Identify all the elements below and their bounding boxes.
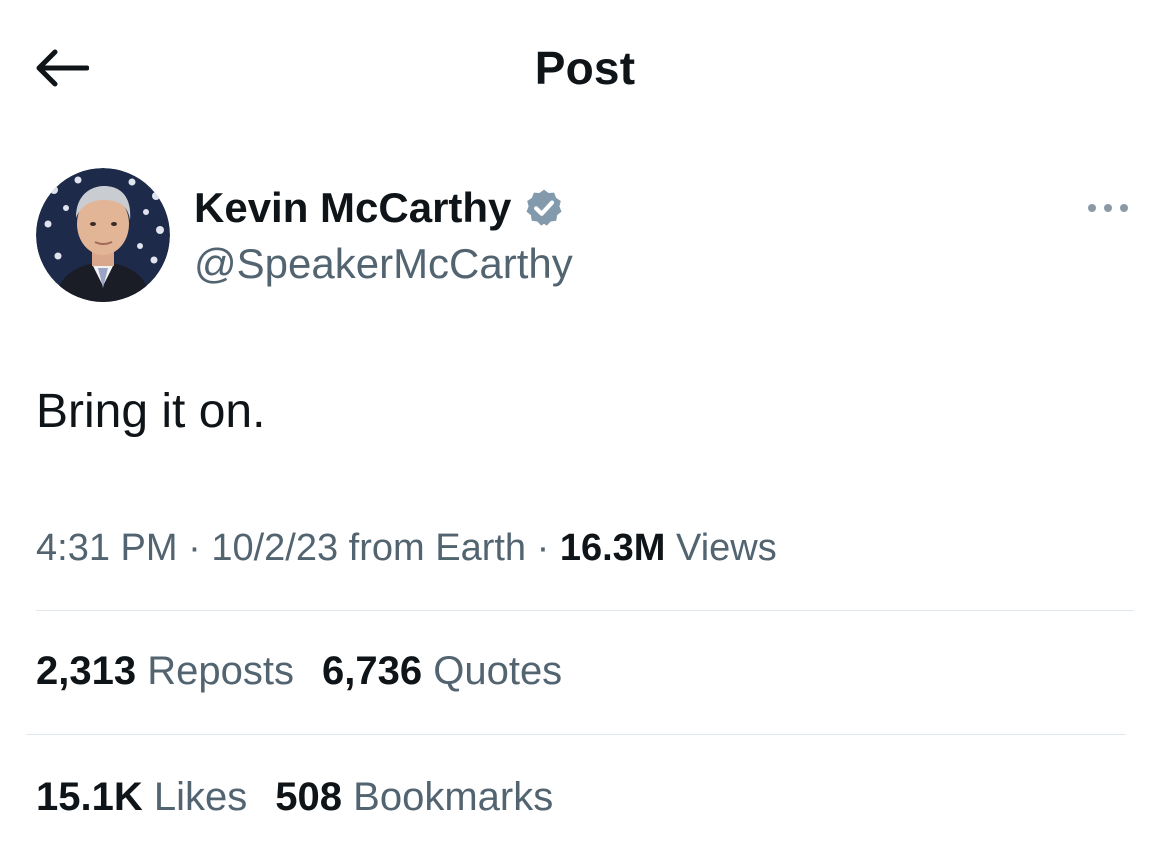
page-title: Post — [534, 42, 636, 94]
bookmarks-count: 508 — [275, 775, 343, 819]
avatar[interactable] — [36, 168, 170, 302]
likes-stat[interactable]: 15.1K Likes — [36, 770, 247, 824]
quotes-label: Quotes — [433, 649, 563, 693]
post-meta: 4:31 PM · 10/2/23 from Earth · 16.3M Vie… — [36, 522, 777, 574]
post-text: Bring it on. — [36, 385, 266, 438]
stats-row-likes: 15.1K Likes 508 Bookmarks — [36, 770, 581, 824]
post-date[interactable]: 10/2/23 — [211, 527, 338, 569]
stats-row-reposts: 2,313 Reposts 6,736 Quotes — [36, 644, 590, 698]
reposts-label: Reposts — [147, 649, 294, 693]
author-name[interactable]: Kevin McCarthy — [194, 180, 565, 236]
bookmarks-label: Bookmarks — [353, 775, 554, 819]
reposts-stat[interactable]: 2,313 Reposts — [36, 644, 294, 698]
author-handle[interactable]: @SpeakerMcCarthy — [194, 236, 573, 292]
top-bar: Post — [0, 0, 1170, 135]
likes-label: Likes — [153, 775, 248, 819]
more-horizontal-icon — [1088, 204, 1128, 212]
divider — [36, 610, 1134, 611]
likes-count: 15.1K — [36, 775, 143, 819]
avatar-image — [36, 168, 170, 302]
more-options-button[interactable] — [1076, 188, 1140, 228]
author-name-text: Kevin McCarthy — [194, 184, 512, 231]
separator-dot: · — [188, 527, 212, 569]
quotes-count: 6,736 — [321, 649, 423, 693]
post-source: from Earth — [348, 527, 527, 569]
separator-dot: · — [536, 527, 560, 569]
reposts-count: 2,313 — [36, 649, 137, 693]
verified-badge-icon — [523, 187, 565, 229]
post-time[interactable]: 4:31 PM — [36, 527, 178, 569]
quotes-stat[interactable]: 6,736 Quotes — [322, 644, 562, 698]
bookmarks-stat[interactable]: 508 Bookmarks — [275, 770, 553, 824]
views-label: Views — [676, 527, 777, 569]
divider — [26, 734, 1126, 735]
views-count: 16.3M — [559, 527, 666, 569]
